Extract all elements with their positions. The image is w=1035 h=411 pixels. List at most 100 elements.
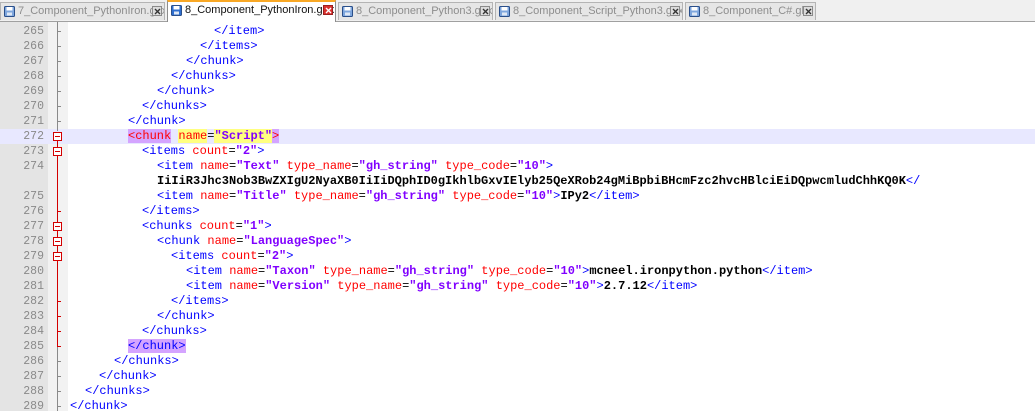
close-icon[interactable] (670, 6, 680, 16)
code-text: </chunks> (142, 324, 207, 339)
code-line[interactable]: IiIiR3Jhc3Nob3BwZXIgU2NyaXB0IiIiDQphID0g… (0, 174, 1035, 189)
code-line[interactable]: 274 <item name="Text" type_name="gh_strin… (0, 159, 1035, 174)
tab-4[interactable]: 8_Component_Script_Python3.ghx (495, 2, 683, 20)
line-number: 265 (23, 25, 44, 38)
line-number: 275 (23, 190, 44, 203)
fold-end-mark (57, 346, 61, 347)
code-text: <items count="2"> (142, 144, 264, 159)
code-token: type_code (445, 159, 510, 173)
code-line[interactable]: 286 </chunks> (0, 354, 1035, 369)
code-token: > (545, 159, 554, 173)
code-token: 2.7.12 (603, 279, 647, 293)
tab-label: 8_Component_Python3.ghx (356, 5, 493, 17)
tab-bar: 7_Component_PythonIron.ghx 8_Component_Py… (0, 0, 1035, 22)
tab-5[interactable]: 8_Component_C#.ghx (685, 2, 816, 20)
file-save-icon (4, 6, 15, 17)
code-token: "10" (524, 189, 554, 203)
close-icon[interactable] (480, 6, 490, 16)
tab-3[interactable]: 8_Component_Python3.ghx (338, 2, 493, 20)
code-token: </chunk> (99, 369, 157, 383)
code-line[interactable]: 269 </chunk> (0, 84, 1035, 99)
code-text: </chunk> (128, 114, 186, 129)
tab-2[interactable]: 8_Component_PythonIron.ghx (167, 0, 336, 22)
fold-minus-icon[interactable] (53, 252, 62, 261)
code-line[interactable]: 277 <chunks count="1"> (0, 219, 1035, 234)
code-line[interactable]: 284 </chunks> (0, 324, 1035, 339)
line-number: 276 (23, 205, 44, 218)
code-token: "Version" (265, 279, 331, 293)
line-number: 277 (23, 220, 44, 233)
fold-guide (57, 347, 58, 411)
code-token: <items (171, 249, 222, 263)
code-line[interactable]: 280 <item name="Taxon" type_name="gh_stri… (0, 264, 1035, 279)
fold-end-mark (57, 406, 61, 407)
code-token: </item> (589, 189, 640, 203)
code-token: </chunks> (114, 354, 179, 368)
code-line[interactable]: 270 </chunks> (0, 99, 1035, 114)
code-line[interactable]: 271 </chunk> (0, 114, 1035, 129)
fold-end-mark (57, 391, 61, 392)
line-number: 270 (23, 100, 44, 113)
fold-minus-icon[interactable] (53, 222, 62, 231)
fold-end-mark (57, 61, 61, 62)
code-token: > (344, 234, 352, 248)
code-token: count (192, 144, 229, 158)
code-text: </chunks> (171, 69, 236, 84)
close-icon[interactable] (803, 6, 813, 16)
close-icon[interactable] (152, 6, 162, 16)
code-line[interactable]: 287 </chunk> (0, 369, 1035, 384)
code-text: <items count="2"> (171, 249, 293, 264)
code-line[interactable]: 288 </chunks> (0, 384, 1035, 399)
code-line[interactable]: 282 </items> (0, 294, 1035, 309)
code-line[interactable]: 268 </chunks> (0, 69, 1035, 84)
code-line[interactable]: 283 </chunk> (0, 309, 1035, 324)
line-number: 284 (23, 325, 44, 338)
line-number: 273 (23, 145, 44, 158)
code-token: "LanguageSpec" (243, 234, 345, 248)
code-token: </chunk> (128, 114, 186, 128)
line-number: 271 (23, 115, 44, 128)
code-token: <item (157, 189, 201, 203)
code-token: </chunks> (171, 69, 236, 83)
code-token: <item (186, 279, 230, 293)
code-line[interactable]: 285 </chunk> (0, 339, 1035, 354)
code-line[interactable]: 276 </items> (0, 204, 1035, 219)
line-number: 286 (23, 355, 44, 368)
fold-end-mark (57, 316, 61, 317)
code-text: </chunk> (99, 369, 157, 384)
tab-1[interactable]: 7_Component_PythonIron.ghx (0, 2, 165, 20)
code-token: type_code (481, 264, 547, 278)
fold-end-mark (57, 331, 61, 332)
code-line[interactable]: 266 </items> (0, 39, 1035, 54)
code-line[interactable]: 281 <item name="Version" type_name="gh_st… (0, 279, 1035, 294)
code-line[interactable]: 272 <chunk name="Script"> (0, 129, 1035, 144)
code-line[interactable]: 278 <chunk name="LanguageSpec"> (0, 234, 1035, 249)
code-token: "Text" (236, 159, 280, 173)
code-line[interactable]: 265 </item> (0, 24, 1035, 39)
fold-minus-icon[interactable] (53, 237, 62, 246)
code-token: = (358, 189, 366, 203)
code-token: <chunks (142, 219, 200, 233)
line-number: 288 (23, 385, 44, 398)
code-token: </chunk> (70, 399, 128, 411)
code-token: > (272, 129, 280, 143)
code-editor[interactable]: 265 </item> 266 </items> 267 </chunk> 268 </chu… (0, 22, 1035, 411)
code-text: </chunks> (142, 99, 207, 114)
code-text: </chunk> (128, 339, 186, 354)
code-token: </item> (762, 264, 813, 278)
close-icon[interactable] (323, 5, 333, 15)
code-line[interactable]: 275 <item name="Title" type_name="gh_stri… (0, 189, 1035, 204)
code-line[interactable]: 267 </chunk> (0, 54, 1035, 69)
fold-minus-icon[interactable] (53, 147, 62, 156)
code-token: > (596, 279, 604, 293)
code-token: </items> (171, 294, 229, 308)
code-token: "Script" (214, 129, 273, 143)
code-token: "gh_string" (409, 279, 489, 293)
code-line[interactable]: 273 <items count="2"> (0, 144, 1035, 159)
code-line[interactable]: 289 </chunk> (0, 399, 1035, 411)
code-token: "gh_string" (358, 159, 438, 173)
fold-minus-icon[interactable] (53, 132, 62, 141)
code-line[interactable]: 279 <items count="2"> (0, 249, 1035, 264)
code-token: IPy2 (560, 189, 590, 203)
